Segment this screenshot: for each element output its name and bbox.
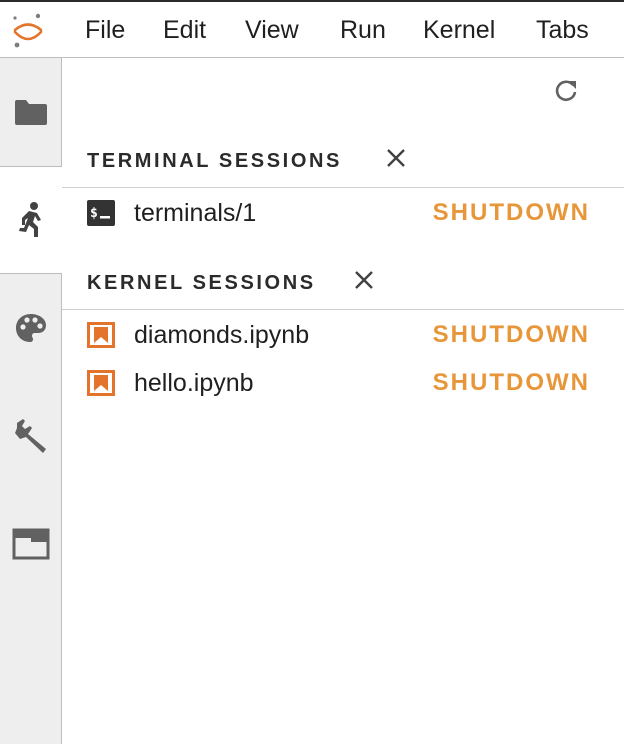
svg-text:$: $ bbox=[90, 206, 98, 221]
menu-edit[interactable]: Edit bbox=[163, 14, 206, 46]
running-sessions-panel: TERMINAL SESSIONS $ terminals/1 SHUTDOWN… bbox=[62, 58, 624, 744]
session-name[interactable]: diamonds.ipynb bbox=[134, 319, 309, 351]
refresh-button[interactable] bbox=[551, 76, 581, 106]
top-border bbox=[0, 0, 624, 2]
terminal-sessions-header: TERMINAL SESSIONS bbox=[62, 128, 624, 188]
notebook-icon bbox=[87, 370, 115, 396]
refresh-icon bbox=[555, 80, 577, 102]
shutdown-button[interactable]: SHUTDOWN bbox=[433, 319, 590, 351]
close-icon bbox=[355, 271, 373, 289]
menu-tabs[interactable]: Tabs bbox=[536, 14, 589, 46]
session-name[interactable]: hello.ipynb bbox=[134, 367, 254, 399]
close-icon bbox=[387, 149, 405, 167]
terminal-sessions-title: TERMINAL SESSIONS bbox=[87, 150, 342, 172]
shutdown-all-kernels-button[interactable] bbox=[350, 266, 378, 294]
session-name[interactable]: terminals/1 bbox=[134, 197, 256, 229]
notebook-icon bbox=[87, 322, 115, 348]
menu-kernel[interactable]: Kernel bbox=[423, 14, 495, 46]
menu-file[interactable]: File bbox=[85, 14, 125, 46]
wrench-icon bbox=[14, 419, 46, 453]
tab-commands[interactable] bbox=[0, 274, 61, 382]
left-sidebar bbox=[0, 58, 62, 744]
kernel-sessions-title: KERNEL SESSIONS bbox=[87, 272, 316, 294]
list-item[interactable]: hello.ipynb SHUTDOWN bbox=[62, 359, 624, 407]
tab-running-sessions[interactable] bbox=[0, 166, 62, 274]
folder-icon bbox=[14, 100, 47, 125]
tab-file-browser[interactable] bbox=[0, 58, 61, 166]
shutdown-button[interactable]: SHUTDOWN bbox=[433, 197, 590, 229]
list-item[interactable]: diamonds.ipynb SHUTDOWN bbox=[62, 311, 624, 359]
terminal-icon: $ bbox=[87, 200, 115, 226]
top-bar: File Edit View Run Kernel Tabs bbox=[0, 0, 624, 58]
running-icon bbox=[19, 202, 41, 237]
tab-open-tabs[interactable] bbox=[0, 490, 61, 598]
shutdown-button[interactable]: SHUTDOWN bbox=[433, 367, 590, 399]
jupyter-logo-icon bbox=[13, 13, 43, 48]
list-item[interactable]: $ terminals/1 SHUTDOWN bbox=[62, 189, 624, 237]
kernel-sessions-header: KERNEL SESSIONS bbox=[62, 250, 624, 310]
shutdown-all-terminals-button[interactable] bbox=[382, 144, 410, 172]
tab-property-inspector[interactable] bbox=[0, 382, 61, 490]
palette-icon bbox=[15, 314, 46, 342]
menu-view[interactable]: View bbox=[245, 14, 299, 46]
menu-run[interactable]: Run bbox=[340, 14, 386, 46]
tabs-icon bbox=[12, 528, 49, 560]
